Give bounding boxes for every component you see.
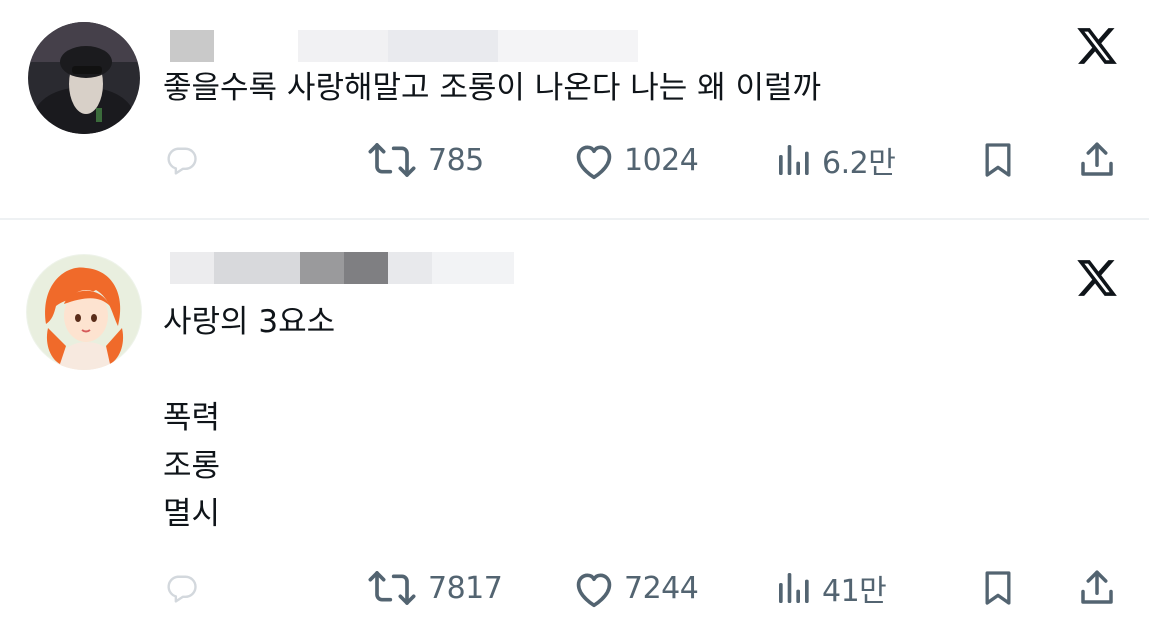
bookmark-button[interactable] (978, 558, 1018, 618)
tweet-text: 좋을수록 사랑해말고 조롱이 나온다 나는 왜 이럴까 (163, 70, 822, 106)
like-count: 1024 (624, 142, 699, 178)
action-bar: 785 1024 6.2만 (0, 130, 1149, 190)
repost-count: 7817 (428, 570, 503, 606)
action-bar: 7817 7244 41만 (0, 558, 1149, 618)
views-bar-chart-icon (779, 145, 809, 175)
like-count: 7244 (624, 570, 699, 606)
views-count: 41만 (822, 574, 887, 609)
avatar[interactable] (28, 22, 140, 134)
repost-button[interactable]: 785 (364, 130, 484, 190)
x-logo-icon (1075, 24, 1119, 68)
tweet-text: 사랑의 3요소 폭력 조롱 멸시 (163, 304, 336, 532)
share-button[interactable] (1076, 130, 1118, 190)
avatar[interactable] (26, 254, 142, 370)
author-name-redacted (170, 252, 520, 284)
heart-icon (576, 573, 612, 608)
share-button[interactable] (1076, 558, 1118, 618)
repost-button[interactable]: 7817 (364, 558, 503, 618)
views-bar-chart-icon (779, 573, 809, 603)
like-button[interactable]: 1024 (572, 130, 699, 190)
views-count: 6.2만 (822, 146, 896, 181)
repost-icon (368, 143, 416, 177)
reply-button[interactable] (164, 558, 200, 618)
share-icon (1081, 142, 1113, 176)
bookmark-icon (985, 143, 1011, 177)
reply-button[interactable] (164, 130, 200, 190)
bookmark-button[interactable] (978, 130, 1018, 190)
x-logo-icon (1075, 256, 1119, 300)
reply-icon (167, 575, 197, 603)
tweet-card[interactable]: 사랑의 3요소 폭력 조롱 멸시 7817 7244 41만 (0, 222, 1149, 632)
bookmark-icon (985, 571, 1011, 605)
reply-icon (167, 147, 197, 175)
repost-icon (368, 571, 416, 605)
views-button[interactable]: 6.2만 (774, 130, 896, 190)
repost-count: 785 (428, 142, 484, 178)
author-name-redacted (170, 30, 650, 62)
heart-icon (576, 145, 612, 180)
share-icon (1081, 570, 1113, 604)
views-button[interactable]: 41만 (774, 558, 887, 618)
like-button[interactable]: 7244 (572, 558, 699, 618)
tweet-card[interactable]: 좋을수록 사랑해말고 조롱이 나온다 나는 왜 이럴까 785 1024 6.2… (0, 0, 1149, 218)
divider (0, 218, 1149, 220)
